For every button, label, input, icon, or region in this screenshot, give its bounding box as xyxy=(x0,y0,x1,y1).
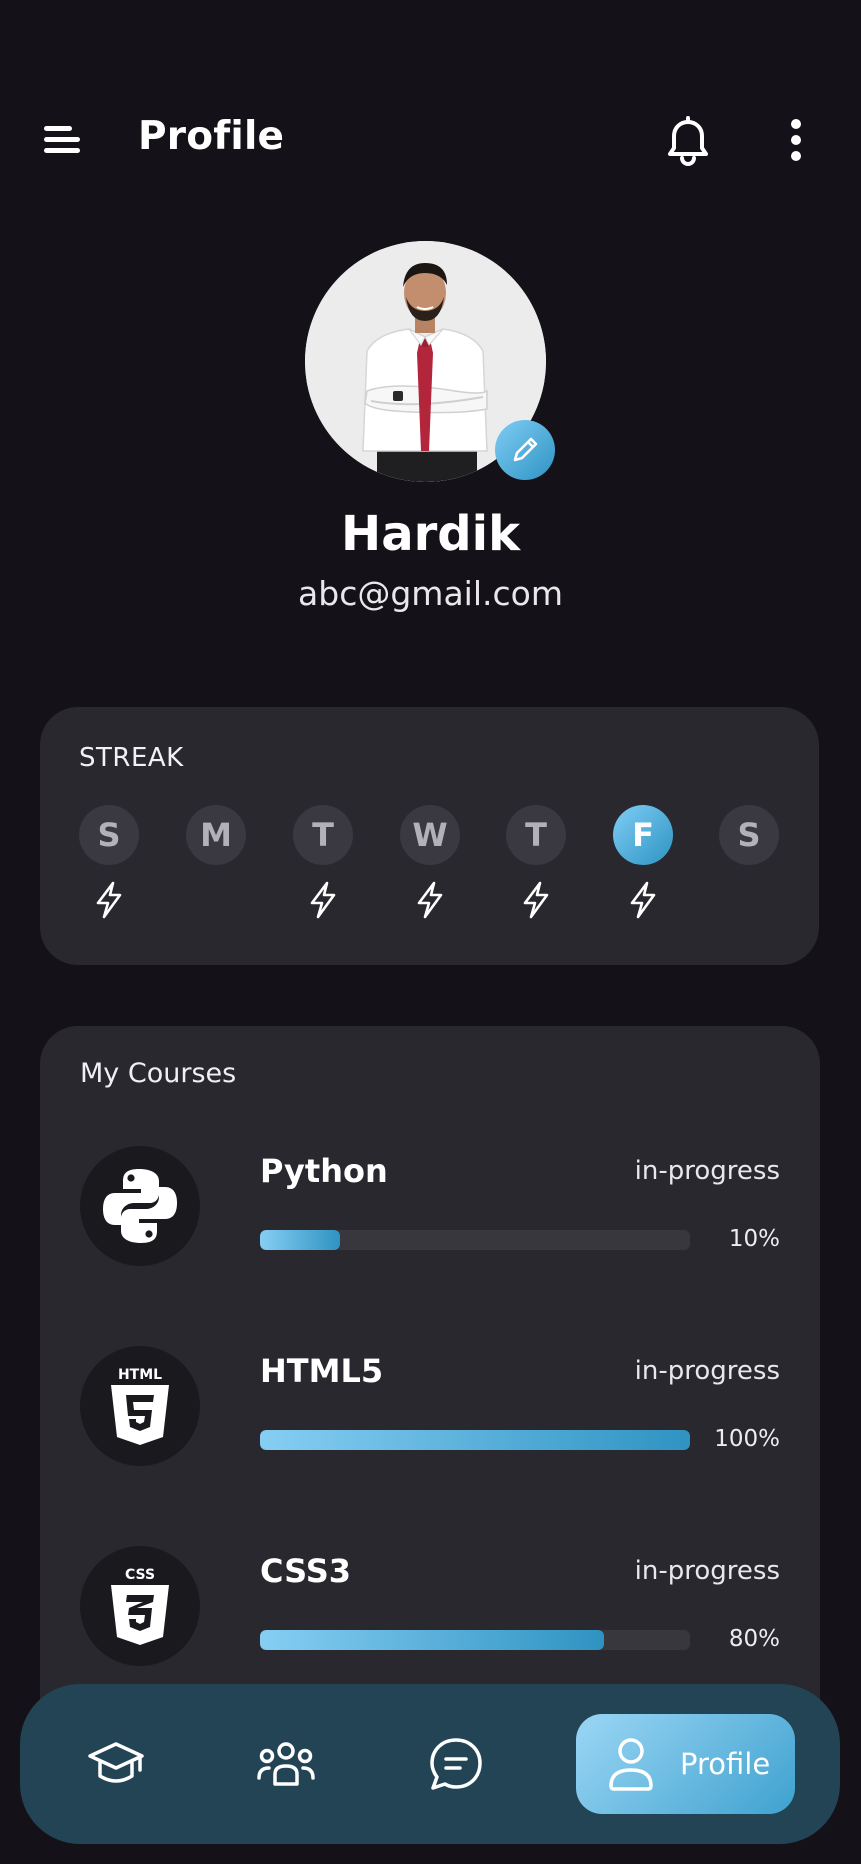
edit-avatar-button[interactable] xyxy=(495,420,555,480)
course-item-python[interactable]: Python in-progress 10% xyxy=(40,1146,820,1276)
course-icon: CSS xyxy=(80,1546,200,1666)
bolt-icon xyxy=(310,881,336,919)
community-group-icon xyxy=(257,1742,315,1786)
svg-text:CSS: CSS xyxy=(125,1567,155,1583)
menu-lines-icon-mid xyxy=(44,137,80,142)
course-status: in-progress xyxy=(634,1156,780,1186)
bottom-navigation: Profile xyxy=(20,1684,840,1844)
graduation-cap-icon xyxy=(88,1742,144,1783)
streak-day: S xyxy=(719,805,779,945)
streak-day: S xyxy=(79,805,139,945)
pencil-icon xyxy=(513,437,538,462)
course-name: Python xyxy=(260,1152,388,1190)
menu-lines-icon-bottom xyxy=(44,148,80,153)
streak-day-circle: F xyxy=(613,805,673,865)
nav-courses[interactable] xyxy=(76,1724,156,1804)
css3-icon: CSS xyxy=(111,1567,169,1645)
course-status: in-progress xyxy=(634,1356,780,1386)
streak-day-circle: S xyxy=(79,805,139,865)
more-vertical-icon xyxy=(791,119,801,161)
menu-button[interactable] xyxy=(44,122,84,158)
streak-day: M xyxy=(186,805,246,945)
course-progress-bar xyxy=(260,1430,690,1450)
profile-screen: Profile Hardik abc@gmail.com STREAK S M … xyxy=(0,0,861,1864)
streak-title: STREAK xyxy=(79,743,184,773)
course-name: HTML5 xyxy=(260,1352,384,1390)
streak-card: STREAK SMTWTFS xyxy=(40,707,819,965)
course-item-css3[interactable]: CSS CSS3 in-progress 80% xyxy=(40,1546,820,1676)
streak-day-circle: M xyxy=(186,805,246,865)
nav-community[interactable] xyxy=(246,1724,326,1804)
course-name: CSS3 xyxy=(260,1552,351,1590)
nav-profile[interactable]: Profile xyxy=(576,1714,795,1814)
streak-day: F xyxy=(613,805,673,945)
streak-day: T xyxy=(506,805,566,945)
notifications-button[interactable] xyxy=(664,116,712,168)
app-header: Profile xyxy=(0,100,861,180)
bolt-icon xyxy=(96,881,122,919)
nav-profile-label: Profile xyxy=(680,1747,771,1781)
course-progress-fill xyxy=(260,1430,690,1450)
svg-text:HTML: HTML xyxy=(118,1367,162,1383)
streak-day-circle: T xyxy=(293,805,353,865)
chat-bubble-icon xyxy=(430,1738,482,1790)
courses-title: My Courses xyxy=(80,1058,237,1089)
streak-day-circle: W xyxy=(400,805,460,865)
streak-day: W xyxy=(400,805,460,945)
course-progress-bar xyxy=(260,1230,690,1250)
streak-day-circle: T xyxy=(506,805,566,865)
page-title: Profile xyxy=(138,114,285,159)
course-status: in-progress xyxy=(634,1556,780,1586)
streak-day-circle: S xyxy=(719,805,779,865)
more-options-button[interactable] xyxy=(780,118,812,166)
course-icon: HTML xyxy=(80,1346,200,1466)
course-item-html5[interactable]: HTML HTML5 in-progress 100% xyxy=(40,1346,820,1476)
html5-icon: HTML xyxy=(111,1367,169,1445)
course-icon xyxy=(80,1146,200,1266)
courses-card: My Courses Python in-progress 10% HTML H… xyxy=(40,1026,820,1746)
bell-icon xyxy=(668,116,708,166)
streak-day: T xyxy=(293,805,353,945)
user-icon xyxy=(609,1738,653,1791)
course-progress-fill xyxy=(260,1630,604,1650)
course-progress-fill xyxy=(260,1230,340,1250)
course-progress-bar xyxy=(260,1630,690,1650)
bolt-icon xyxy=(523,881,549,919)
nav-chat[interactable] xyxy=(416,1724,496,1804)
user-email: abc@gmail.com xyxy=(298,574,563,613)
course-percent: 80% xyxy=(728,1626,780,1652)
bolt-icon xyxy=(417,881,443,919)
user-name: Hardik xyxy=(341,506,520,562)
course-percent: 10% xyxy=(728,1226,780,1252)
bolt-icon xyxy=(630,881,656,919)
course-percent: 100% xyxy=(714,1426,780,1452)
menu-lines-icon xyxy=(44,126,72,131)
python-icon xyxy=(103,1169,177,1243)
